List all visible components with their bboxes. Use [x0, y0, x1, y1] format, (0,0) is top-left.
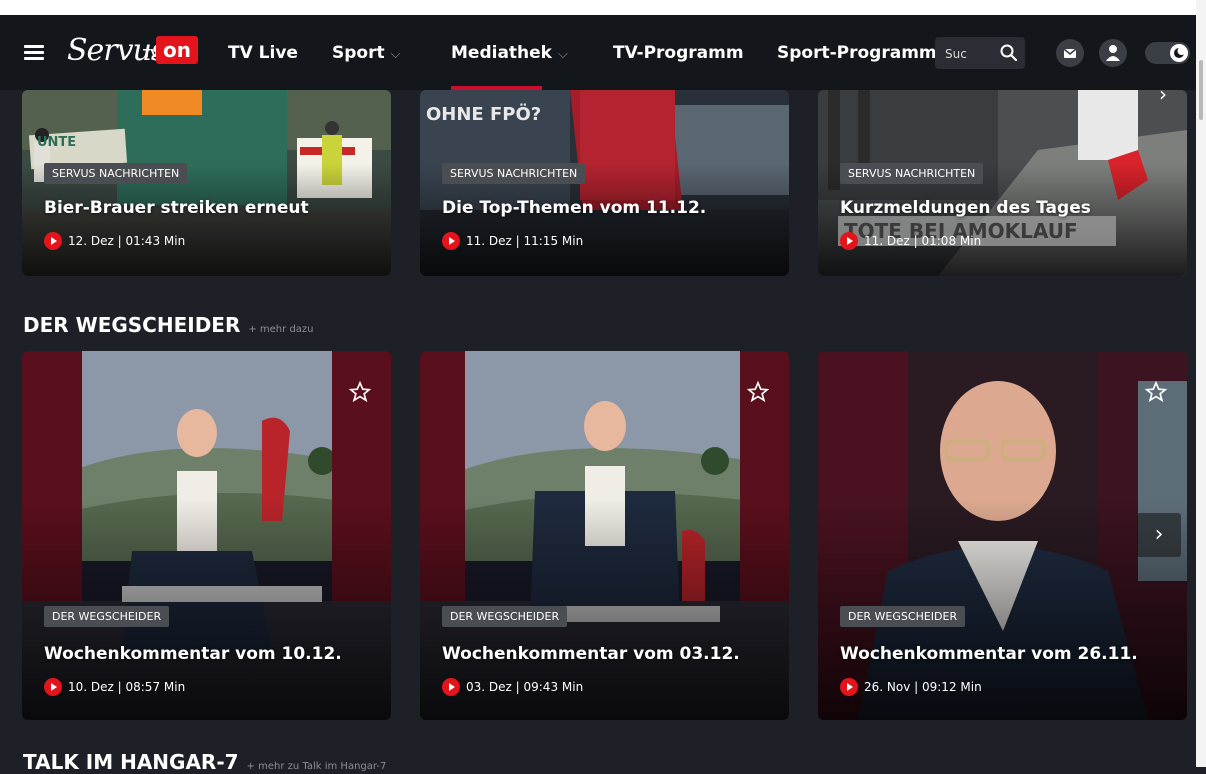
video-title: Die Top-Themen vom 11.12. [442, 198, 707, 218]
video-card-kurzmeldungen[interactable]: TOTE BEI AMOKLAUF SERVUS NACHRICHTEN Kur… [818, 90, 1187, 276]
dark-mode-toggle[interactable] [1145, 42, 1190, 64]
category-tag: DER WEGSCHEIDER [442, 606, 568, 627]
nav-sport-programm[interactable]: Sport-Programm [777, 43, 937, 63]
video-date-duration: 26. Nov | 09:12 Min [864, 680, 982, 694]
video-date-duration: 10. Dez | 08:57 Min [68, 680, 186, 694]
nav-tv-live-label: TV Live [228, 43, 298, 63]
nav-sport-programm-label: Sport-Programm [777, 43, 937, 63]
window-top-strip [0, 0, 1206, 15]
thumbnail-sign-text: UNTE [37, 135, 77, 150]
user-button[interactable] [1099, 39, 1127, 67]
video-meta: 12. Dez | 01:43 Min [44, 232, 185, 250]
play-icon [442, 678, 460, 696]
video-date-duration: 03. Dez | 09:43 Min [466, 680, 584, 694]
video-meta: 11. Dez | 11:15 Min [442, 232, 583, 250]
nav-sport[interactable]: Sport ⌵ [332, 43, 400, 63]
carousel-next-button[interactable]: › [1137, 513, 1181, 557]
category-tag: SERVUS NACHRICHTEN [44, 163, 188, 184]
mail-icon [1063, 48, 1077, 58]
video-meta: 11. Dez | 01:08 Min [840, 232, 981, 250]
star-icon[interactable] [1145, 381, 1167, 403]
search-input[interactable] [943, 43, 987, 65]
video-title: Kurzmeldungen des Tages [840, 198, 1091, 218]
nav-tv-live[interactable]: TV Live [228, 43, 298, 63]
video-title: Bier-Brauer streiken erneut [44, 198, 309, 218]
play-icon [840, 678, 858, 696]
thumbnail-overlay-text: OHNE FPÖ? [426, 104, 542, 125]
user-icon [1106, 45, 1120, 61]
play-icon [44, 232, 62, 250]
video-title: Wochenkommentar vom 03.12. [442, 644, 740, 664]
video-card-wochenkommentar-1012[interactable]: DER WEGSCHEIDER Wochenkommentar vom 10.1… [22, 351, 391, 720]
section-title-wegscheider: DER WEGSCHEIDER + mehr dazu [23, 313, 314, 337]
section-more-link[interactable]: + mehr dazu [248, 324, 313, 335]
nav-sport-label: Sport [332, 43, 385, 63]
logo-on-badge[interactable]: on [156, 36, 198, 64]
category-tag: SERVUS NACHRICHTEN [840, 163, 984, 184]
section-title-hangar7: TALK IM HANGAR-7 + mehr zu Talk im Hangar… [23, 750, 386, 774]
menu-icon[interactable] [24, 45, 44, 61]
search-box [935, 37, 1025, 69]
category-tag: SERVUS NACHRICHTEN [442, 163, 586, 184]
category-tag: DER WEGSCHEIDER [44, 606, 170, 627]
chevron-down-icon: ⌵ [390, 47, 401, 62]
video-meta: 03. Dez | 09:43 Min [442, 678, 583, 696]
play-icon [840, 232, 858, 250]
section-title-text: DER WEGSCHEIDER [23, 313, 241, 337]
video-card-bier-brauer[interactable]: UNTE SERVUS NACHRICHTEN Bier-Brauer stre… [22, 90, 391, 276]
video-meta: 10. Dez | 08:57 Min [44, 678, 185, 696]
video-date-duration: 12. Dez | 01:43 Min [68, 234, 186, 248]
search-icon[interactable] [999, 43, 1019, 63]
star-icon[interactable] [349, 381, 371, 403]
play-icon [442, 232, 460, 250]
video-date-duration: 11. Dez | 01:08 Min [864, 234, 982, 248]
video-card-wochenkommentar-2611[interactable]: › DER WEGSCHEIDER Wochenkommentar vom 26… [818, 351, 1187, 720]
nav-mediathek-label: Mediathek [451, 43, 552, 63]
chevron-down-icon: ⌵ [557, 47, 568, 62]
mail-button[interactable] [1056, 39, 1084, 67]
video-date-duration: 11. Dez | 11:15 Min [466, 234, 584, 248]
video-title: Wochenkommentar vom 10.12. [44, 644, 342, 664]
nav-mediathek[interactable]: Mediathek ⌵ [451, 43, 568, 63]
moon-icon [1174, 47, 1186, 58]
section-title-text: TALK IM HANGAR-7 [23, 750, 239, 774]
category-tag: DER WEGSCHEIDER [840, 606, 966, 627]
toggle-knob [1170, 44, 1188, 62]
video-title: Wochenkommentar vom 26.11. [840, 644, 1138, 664]
nav-tv-programm-label: TV-Programm [613, 43, 744, 63]
play-icon [44, 678, 62, 696]
video-card-top-themen[interactable]: OHNE FPÖ? SERVUS NACHRICHTEN Die Top-The… [420, 90, 789, 276]
star-icon[interactable] [747, 381, 769, 403]
chevron-right-icon: › [1154, 522, 1164, 547]
scrollbar-thumb[interactable] [1199, 60, 1203, 120]
video-meta: 26. Nov | 09:12 Min [840, 678, 982, 696]
chevron-right-icon[interactable]: › [1159, 90, 1167, 106]
video-card-wochenkommentar-0312[interactable]: DER WEGSCHEIDER Wochenkommentar vom 03.1… [420, 351, 789, 720]
nav-tv-programm[interactable]: TV-Programm [613, 43, 744, 63]
